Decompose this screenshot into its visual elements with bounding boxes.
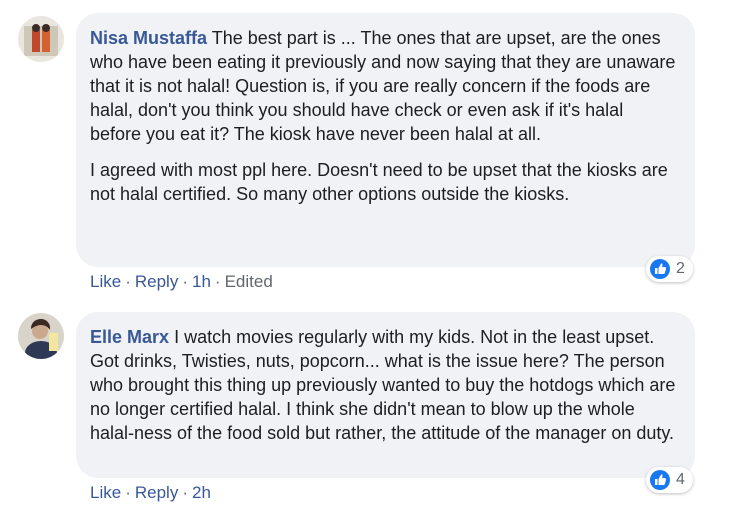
author-name[interactable]: Nisa Mustaffa (90, 28, 207, 48)
like-button[interactable]: Like (90, 483, 121, 502)
profile-photo-icon (18, 313, 64, 359)
separator: · (125, 483, 131, 502)
reaction-summary[interactable]: 2 (646, 256, 693, 282)
comment-actions: Like · Reply · 1h · Edited (90, 272, 273, 292)
like-reaction-icon (650, 470, 670, 490)
profile-photo-icon (18, 16, 64, 62)
comment-actions: Like · Reply · 2h (90, 483, 211, 503)
like-button[interactable]: Like (90, 272, 121, 291)
comment-paragraph: Nisa Mustaffa The best part is ... The o… (90, 26, 679, 146)
comment-bubble: Nisa Mustaffa The best part is ... The o… (76, 13, 695, 267)
reply-button[interactable]: Reply (135, 483, 178, 502)
timestamp[interactable]: 1h (192, 272, 211, 291)
comment-paragraph: I agreed with most ppl here. Doesn't nee… (90, 160, 668, 204)
like-reaction-icon (650, 259, 670, 279)
comment-bubble: Elle Marx I watch movies regularly with … (76, 312, 695, 478)
timestamp[interactable]: 2h (192, 483, 211, 502)
reaction-summary[interactable]: 4 (646, 467, 693, 493)
author-name[interactable]: Elle Marx (90, 327, 169, 347)
avatar[interactable] (18, 16, 64, 62)
separator: · (214, 272, 221, 291)
comment-paragraph: Elle Marx I watch movies regularly with … (90, 325, 679, 445)
avatar[interactable] (18, 313, 64, 359)
reaction-count: 2 (676, 260, 685, 277)
separator: · (182, 272, 188, 291)
separator: · (125, 272, 131, 291)
edited-label[interactable]: Edited (225, 272, 273, 291)
reaction-count: 4 (676, 471, 685, 488)
comment-text: I watch movies regularly with my kids. N… (90, 327, 676, 443)
reply-button[interactable]: Reply (135, 272, 178, 291)
separator: · (182, 483, 188, 502)
